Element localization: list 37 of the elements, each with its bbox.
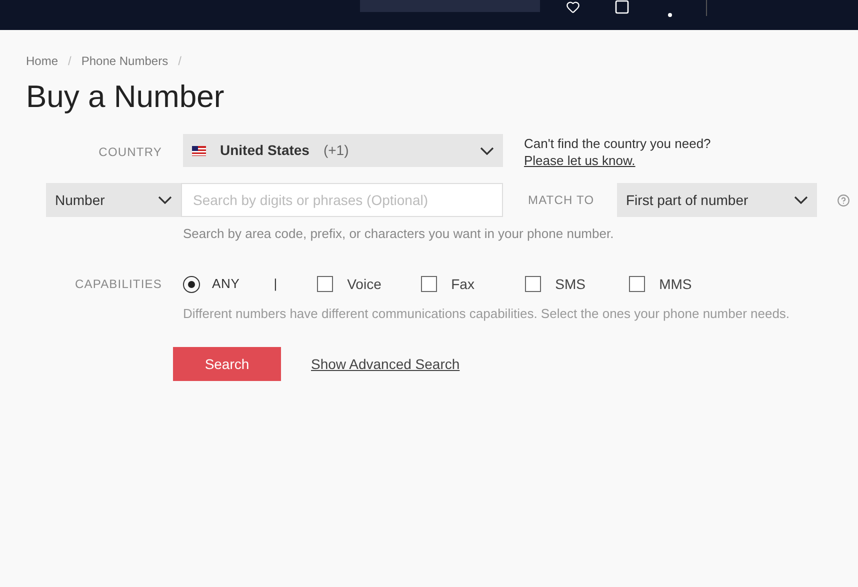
hint-text: Search by area code, prefix, or characters you want in your phone number. [183,225,615,243]
match-dropdown[interactable]: First part of number [617,183,817,217]
search-field[interactable] [360,0,540,12]
checkbox-label: Voice [347,274,382,294]
advanced-search-link[interactable]: Show Advanced Search [311,354,460,374]
search-button[interactable]: Search [173,347,281,381]
breadcrumb-separator: / [68,53,72,70]
checkbox-label: Fax [451,274,474,294]
separator-text: | [274,275,278,294]
flag-icon [192,146,206,156]
breadcrumb-separator: / [178,53,182,70]
field-label: COUNTRY [98,144,162,161]
chevron-icon [480,146,494,154]
checkbox[interactable] [525,276,542,292]
checkbox[interactable] [317,276,334,292]
country-dropdown[interactable]: United States (+1) [183,134,503,167]
chevron-icon [158,196,172,204]
page-title: Buy a Number [25,78,226,116]
checkbox[interactable] [629,276,646,292]
field-label: CAPABILITIES [74,276,162,293]
radio-button[interactable] [183,276,200,292]
checkbox-label: MMS [659,274,692,294]
help-link[interactable]: Please let us know. [524,152,711,169]
square-icon[interactable] [614,0,630,15]
breadcrumb-link[interactable]: Home [26,52,58,70]
checkbox[interactable] [421,276,438,292]
heart-icon[interactable] [566,0,580,14]
checkbox-label: SMS [555,274,586,294]
help-icon[interactable] [837,194,850,206]
help-text: Can't find the country you need? [524,135,711,152]
breadcrumb-link[interactable]: Phone Numbers [81,52,168,70]
search-input[interactable]: Search by digits or phrases (Optional) [181,183,503,217]
field-label: MATCH TO [528,192,596,209]
hint-text: Different numbers have different communications capabilities. Select the ones your phone number needs. [183,304,791,323]
search-type-dropdown[interactable]: Number [46,183,181,217]
radio-label: ANY [212,275,240,294]
chevron-icon [794,196,808,204]
